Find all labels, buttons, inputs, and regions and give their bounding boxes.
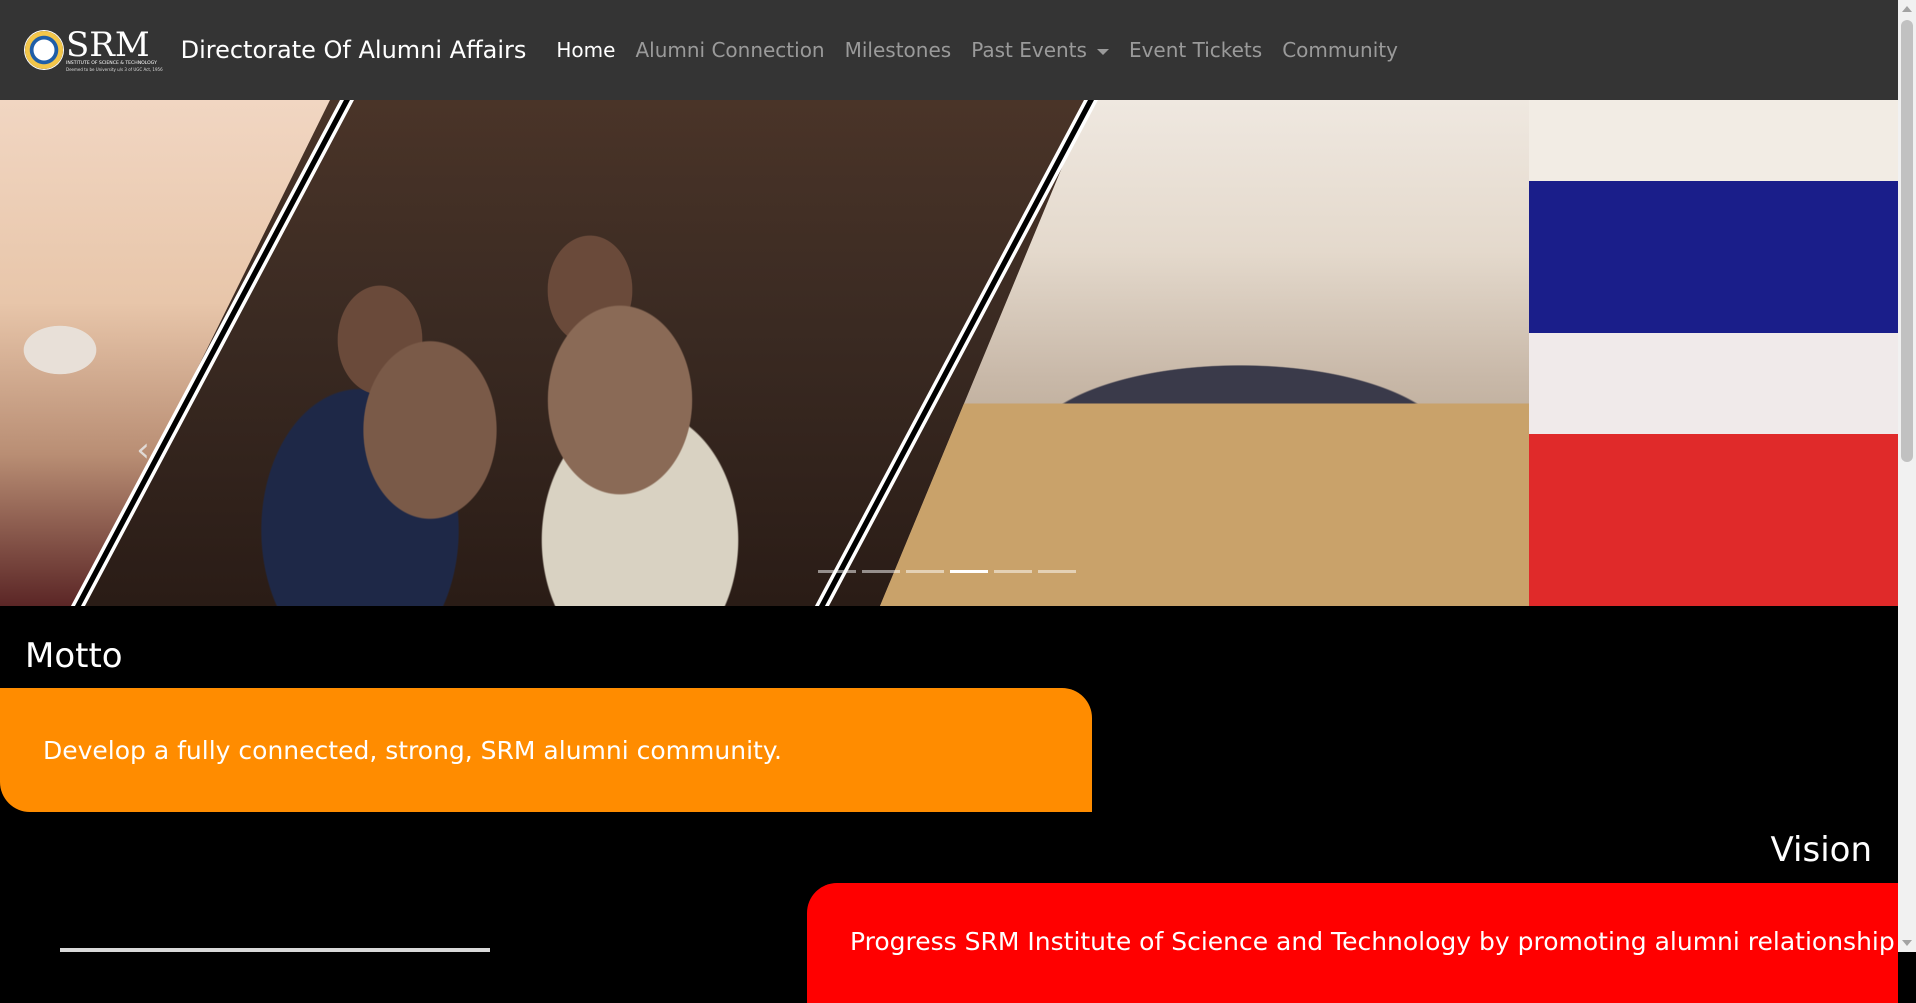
vision-card: Progress SRM Institute of Science and Te… (807, 883, 1898, 1003)
nav-menu: Home Alumni Connection Milestones Past E… (556, 38, 1418, 62)
motto-heading: Motto (25, 636, 123, 676)
brand-title[interactable]: Directorate Of Alumni Affairs (181, 36, 527, 64)
nav-community[interactable]: Community (1282, 38, 1398, 62)
vision-heading: Vision (1770, 830, 1872, 870)
srm-logo[interactable]: SRM INSTITUTE OF SCIENCE & TECHNOLOGY De… (25, 27, 163, 73)
logo-text: SRM INSTITUTE OF SCIENCE & TECHNOLOGY De… (66, 24, 163, 72)
carousel-indicator[interactable] (906, 570, 944, 573)
carousel-indicator-active[interactable] (950, 570, 988, 573)
carousel-indicator[interactable] (818, 570, 856, 573)
motto-text: Develop a fully connected, strong, SRM a… (43, 735, 782, 765)
nav-milestones[interactable]: Milestones (845, 38, 952, 62)
page-scrollbar[interactable] (1898, 0, 1916, 952)
nav-home[interactable]: Home (556, 38, 615, 62)
nav-alumni-connection[interactable]: Alumni Connection (635, 38, 824, 62)
scroll-down-arrow-icon[interactable] (1902, 940, 1912, 946)
carousel-photo-stage (1529, 100, 1898, 606)
top-navbar: SRM INSTITUTE OF SCIENCE & TECHNOLOGY De… (0, 0, 1898, 100)
carousel-indicator[interactable] (862, 570, 900, 573)
carousel-indicator[interactable] (1038, 570, 1076, 573)
logo-word: SRM (66, 24, 150, 65)
scrollbar-thumb[interactable] (1901, 20, 1913, 462)
scroll-up-arrow-icon[interactable] (1902, 6, 1912, 12)
logo-tagline: Deemed to be University u/s 3 of UGC Act… (66, 66, 163, 72)
nav-past-events-label: Past Events (971, 38, 1087, 62)
carousel-indicators (818, 570, 1082, 573)
nav-event-tickets[interactable]: Event Tickets (1129, 38, 1262, 62)
nav-past-events-dropdown[interactable]: Past Events (971, 38, 1109, 62)
chevron-left-icon[interactable]: ‹ (128, 430, 158, 470)
caret-down-icon (1096, 48, 1109, 55)
carousel-indicator[interactable] (994, 570, 1032, 573)
section-divider (60, 948, 490, 952)
motto-card: Develop a fully connected, strong, SRM a… (0, 688, 1092, 812)
srm-seal-icon (25, 31, 63, 69)
hero-carousel[interactable]: ‹ (0, 100, 1898, 606)
